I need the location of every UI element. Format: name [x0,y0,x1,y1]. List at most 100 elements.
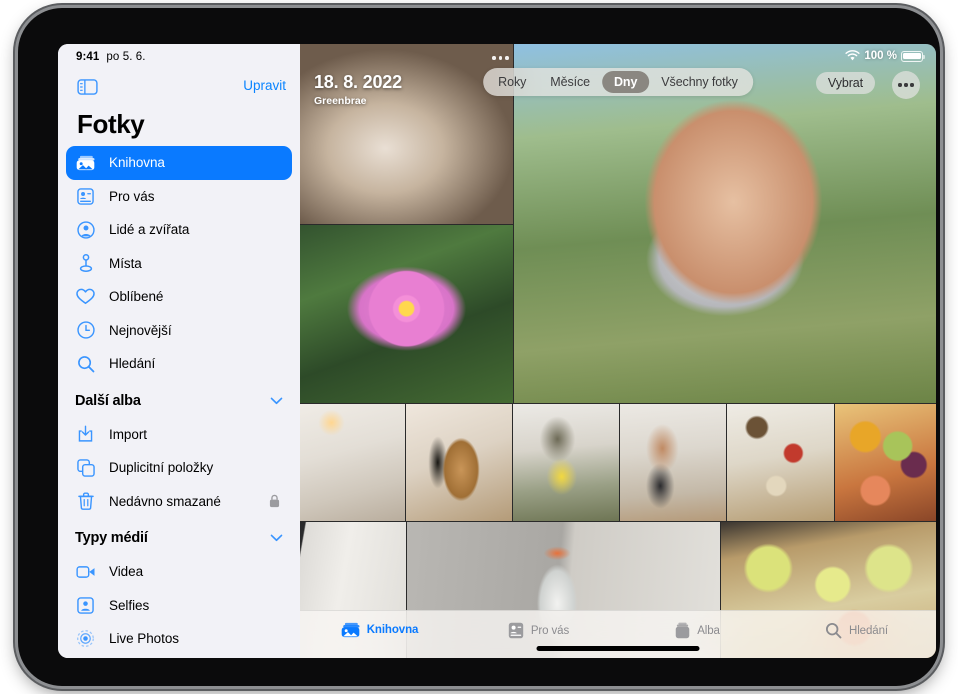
sidebar-item-import[interactable]: Import [66,418,292,452]
tab-pro-vas[interactable]: Pro vás [459,611,618,639]
day-place-label: Greenbrae [314,95,402,107]
photo-woman-overalls[interactable] [514,44,936,403]
sidebar-group-label: Další alba [75,393,141,409]
import-icon [75,424,96,445]
sidebar-item-knihovna[interactable]: Knihovna [66,146,292,180]
photo-bowls-veggies[interactable] [727,404,834,521]
ipad-device-frame: 100 % 18. 8. 2022 Greenbrae Roky Měsíce … [18,8,940,686]
sidebar-item-duplicitni-polozky[interactable]: Duplicitní položky [66,451,292,485]
tab-label: Hledání [849,625,888,637]
albums-icon [675,622,690,639]
status-bar-right: 100 % [845,50,923,62]
sidebar-item-live-photos[interactable]: Live Photos [66,622,292,656]
search-icon [825,622,842,639]
sidebar-item-hledani[interactable]: Hledání [66,347,292,381]
sidebar-group-dalsi-alba[interactable]: Další alba [66,384,292,418]
photo-window-portrait[interactable] [300,44,513,224]
sidebar-group-label: Typy médií [75,530,148,546]
video-icon [75,561,96,582]
sidebar-item-label: Live Photos [109,631,179,646]
select-button[interactable]: Vybrat [816,72,875,94]
sidebar-item-label: Pro vás [109,189,154,204]
photo-thumbnail [513,404,619,521]
tab-alba[interactable]: Alba [618,611,777,639]
page-title: Fotky [77,109,144,140]
tab-label: Knihovna [367,624,419,636]
sidebar-item-oblibene[interactable]: Oblíbené [66,280,292,314]
photo-thumbnail [835,404,936,521]
sidebar-item-label: Selfies [109,598,149,613]
segment-mesice[interactable]: Měsíce [538,71,602,93]
sidebar[interactable]: 9:41 po 5. 6. Upravit Fotky [58,44,300,658]
edit-button[interactable]: Upravit [243,78,286,93]
sidebar-item-label: Oblíbené [109,289,163,304]
people-icon [75,219,96,240]
trash-icon [75,491,96,512]
segment-dny[interactable]: Dny [602,71,649,93]
photo-fruit-bowl[interactable] [835,404,936,521]
wifi-icon [845,50,860,62]
screen: 100 % 18. 8. 2022 Greenbrae Roky Měsíce … [58,44,936,658]
sidebar-group-typy-medii[interactable]: Typy médií [66,521,292,555]
map-pin-icon [75,253,96,274]
tab-knihovna[interactable]: Knihovna [300,611,459,638]
photo-library-icon [75,152,96,173]
photo-grid[interactable] [300,44,936,658]
sidebar-item-label: Knihovna [109,155,165,170]
lock-icon [269,494,280,508]
home-indicator[interactable] [537,646,700,651]
tab-hledani[interactable]: Hledání [777,611,936,639]
sidebar-item-label: Místa [109,256,142,271]
sidebar-list[interactable]: Knihovna Pro vás [58,146,300,658]
photo-family-hug[interactable] [513,404,619,521]
selfie-icon [75,595,96,616]
sidebar-item-label: Hledání [109,356,155,371]
sidebar-toggle-icon[interactable] [77,79,98,95]
sidebar-item-selfies[interactable]: Selfies [66,589,292,623]
day-header: 18. 8. 2022 Greenbrae [314,72,402,107]
sidebar-item-label: Import [109,427,147,442]
photo-content-area[interactable]: 100 % 18. 8. 2022 Greenbrae Roky Měsíce … [300,44,936,658]
battery-percent-label: 100 % [864,50,897,62]
photo-library-icon [341,622,360,638]
search-icon [75,353,96,374]
photo-thumbnail [300,404,405,521]
status-bar-left: 9:41 po 5. 6. [76,51,146,63]
sidebar-item-nedavno-smazane[interactable]: Nedávno smazané [66,485,292,519]
segment-roky[interactable]: Roky [486,71,538,93]
sidebar-item-label: Lidé a zvířata [109,222,189,237]
sidebar-item-videa[interactable]: Videa [66,555,292,589]
segment-vsechny-fotky[interactable]: Všechny fotky [649,71,750,93]
more-options-button[interactable] [892,71,920,99]
photo-thumbnail [514,44,936,403]
sidebar-item-nejnovejsi[interactable]: Nejnovější [66,314,292,348]
photo-thumbnail [300,44,513,224]
day-more-button[interactable] [492,56,509,60]
sidebar-item-lide-a-zvirata[interactable]: Lidé a zvířata [66,213,292,247]
chevron-down-icon[interactable] [270,534,283,542]
photo-thumbnail [727,404,834,521]
sidebar-item-label: Nedávno smazané [109,494,221,509]
sidebar-item-label: Nejnovější [109,323,172,338]
photo-pink-flower[interactable] [300,225,513,403]
photo-kitchen-family[interactable] [300,404,405,521]
status-time: 9:41 [76,51,99,63]
photo-bread-oil[interactable] [406,404,512,521]
heart-icon [75,286,96,307]
sidebar-item-mista[interactable]: Místa [66,247,292,281]
timeline-segmented-control[interactable]: Roky Měsíce Dny Všechny fotky [483,68,753,96]
photo-thumbnail [620,404,726,521]
status-date: po 5. 6. [106,51,145,63]
live-photo-icon [75,628,96,649]
chevron-down-icon[interactable] [270,397,283,405]
photo-woman-apron[interactable] [620,404,726,521]
for-you-icon [508,622,524,639]
sidebar-topbar: Upravit [58,74,300,108]
photo-thumbnail [406,404,512,521]
sidebar-item-pro-vas[interactable]: Pro vás [66,180,292,214]
clock-icon [75,320,96,341]
duplicate-icon [75,457,96,478]
sidebar-item-portret[interactable]: Portrét [66,656,292,659]
sidebar-item-label: Videa [109,564,143,579]
battery-icon [901,51,923,62]
